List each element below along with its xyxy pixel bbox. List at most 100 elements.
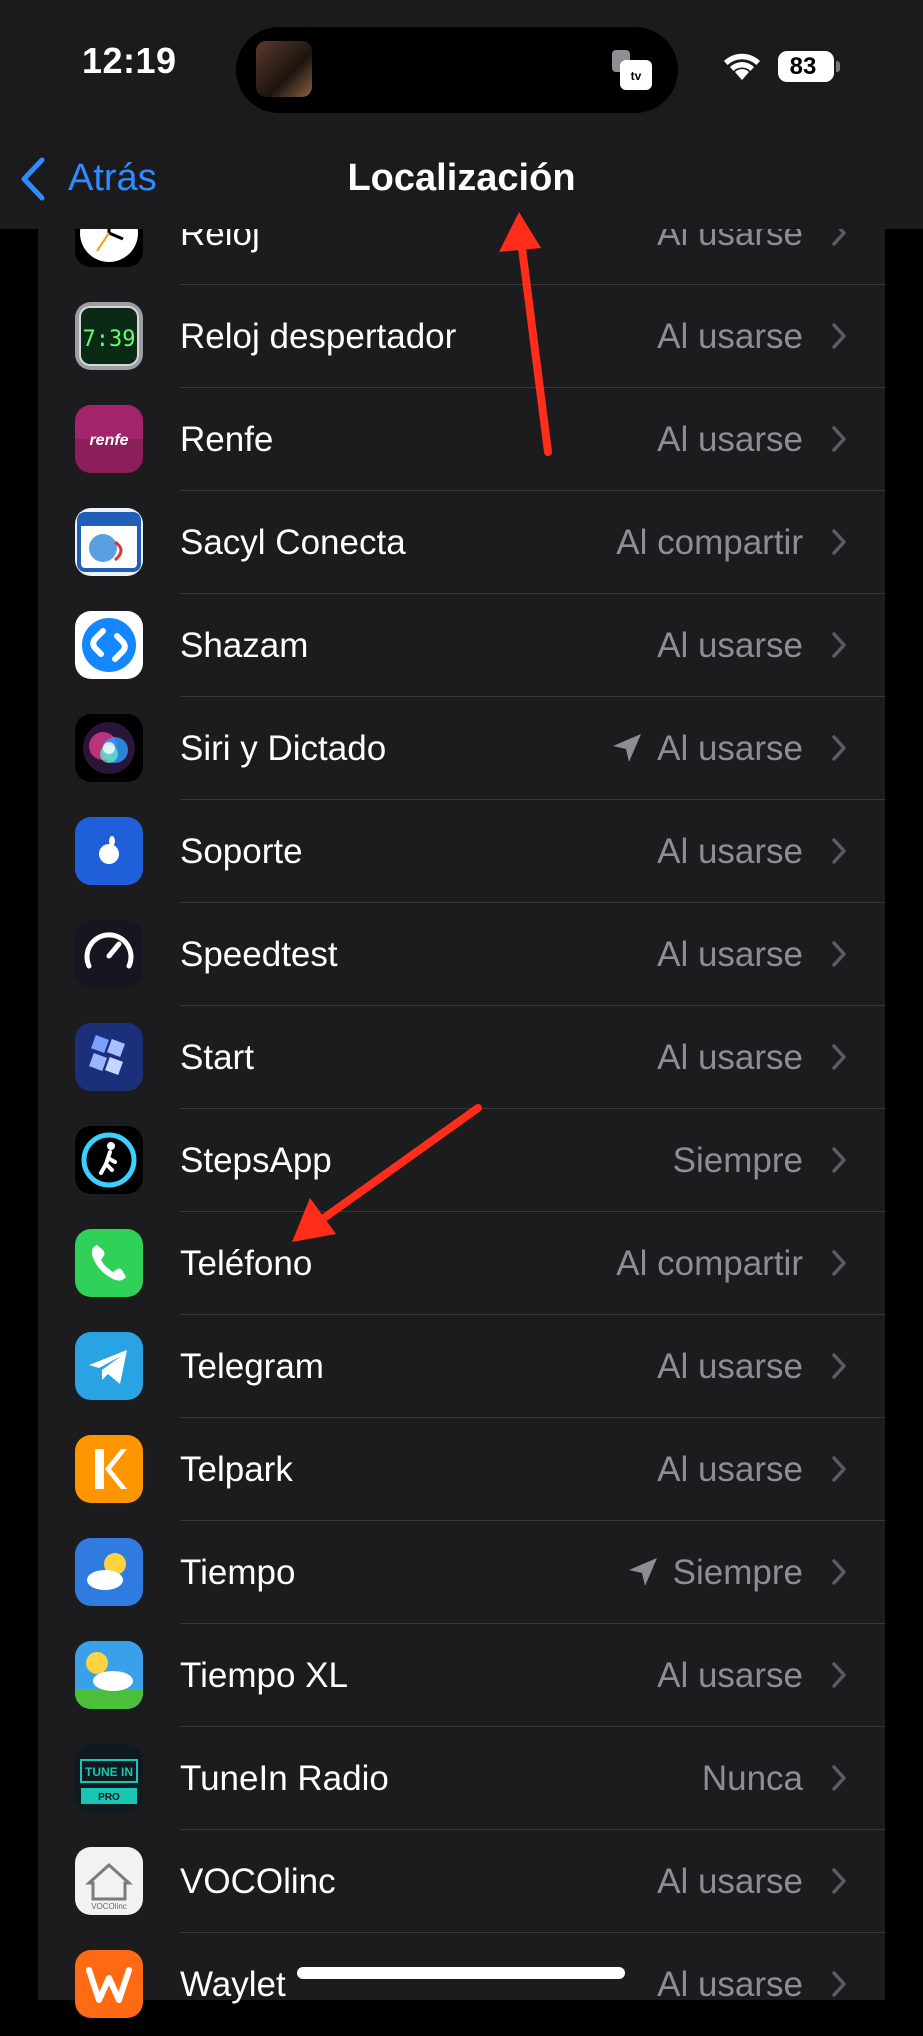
app-name: StepsApp <box>180 1141 332 1180</box>
chevron-right-icon <box>832 1662 846 1688</box>
location-permission: Al compartir <box>616 1244 803 1283</box>
app-row[interactable]: Telpark Al usarse <box>38 1418 885 1521</box>
app-row[interactable]: Telegram Al usarse <box>38 1315 885 1418</box>
svg-text:tv: tv <box>631 69 642 83</box>
alarm-clock-icon: 7:39 <box>75 302 143 370</box>
app-name: Tiempo <box>180 1553 296 1592</box>
home-indicator[interactable] <box>297 1967 625 1979</box>
dynamic-island[interactable]: tv <box>236 27 678 113</box>
app-name: Start <box>180 1038 254 1077</box>
app-row[interactable]: Speedtest Al usarse <box>38 903 885 1006</box>
app-row[interactable]: Waylet Al usarse <box>38 1933 885 2036</box>
app-name: Renfe <box>180 420 274 459</box>
chevron-right-icon <box>832 323 846 349</box>
chevron-right-icon <box>832 1868 846 1894</box>
chevron-right-icon <box>832 1971 846 1997</box>
weather-icon <box>75 1538 143 1606</box>
chevron-right-icon <box>832 426 846 452</box>
app-row[interactable]: Sacyl Conecta Al compartir <box>38 491 885 594</box>
chevron-right-icon <box>832 1765 846 1791</box>
app-row[interactable]: 7:39 Reloj despertador Al usarse <box>38 285 885 388</box>
chevron-left-icon <box>21 157 45 201</box>
location-permission: Nunca <box>701 1759 803 1798</box>
app-row[interactable]: TUNE IN PRO TuneIn Radio Nunca <box>38 1727 885 1830</box>
app-row[interactable]: Soporte Al usarse <box>38 800 885 903</box>
speedtest-icon <box>75 920 143 988</box>
battery-cap <box>836 61 840 72</box>
back-label: Atrás <box>68 157 157 199</box>
app-row[interactable]: VOCOlinc VOCOlinc Al usarse <box>38 1830 885 1933</box>
location-permission: Al usarse <box>657 832 803 871</box>
chevron-right-icon <box>832 1559 846 1585</box>
location-permission: Siempre <box>672 1141 803 1180</box>
app-name: Speedtest <box>180 935 338 974</box>
location-permission: Al usarse <box>657 1038 803 1077</box>
waylet-icon <box>75 1950 143 2018</box>
app-name: Siri y Dictado <box>180 729 387 768</box>
app-name: Telegram <box>180 1347 324 1386</box>
app-name: VOCOlinc <box>180 1862 336 1901</box>
location-permission: Al usarse <box>657 317 803 356</box>
chevron-right-icon <box>832 632 846 658</box>
header: 12:19 tv 83 Localización Atrás <box>0 0 923 229</box>
chevron-right-icon <box>832 529 846 555</box>
chevron-right-icon <box>832 735 846 761</box>
location-permission: Al usarse <box>657 1965 803 2004</box>
start-icon <box>75 1023 143 1091</box>
location-arrow-icon <box>628 1558 657 1586</box>
app-name: Tiempo XL <box>180 1656 348 1695</box>
app-row[interactable]: renfe Renfe Al usarse <box>38 388 885 491</box>
location-permission: Al usarse <box>657 1862 803 1901</box>
location-permission: Al usarse <box>657 626 803 665</box>
telpark-icon <box>75 1435 143 1503</box>
svg-text:VOCOlinc: VOCOlinc <box>91 1902 127 1911</box>
app-name: Sacyl Conecta <box>180 523 406 562</box>
renfe-icon: renfe <box>75 405 143 473</box>
location-arrow-icon <box>613 734 642 762</box>
apple-tv-icon: tv <box>612 50 652 90</box>
chevron-right-icon <box>832 1353 846 1379</box>
location-permission: Siempre <box>672 1553 803 1592</box>
wifi-icon <box>724 53 760 80</box>
tunein-icon: TUNE IN PRO <box>75 1744 143 1812</box>
telegram-icon <box>75 1332 143 1400</box>
status-time: 12:19 <box>82 40 177 81</box>
svg-text:TUNE IN: TUNE IN <box>85 1765 133 1779</box>
chevron-right-icon <box>832 1044 846 1070</box>
phone-icon <box>75 1229 143 1297</box>
shazam-icon <box>75 611 143 679</box>
location-permission: Al usarse <box>657 1656 803 1695</box>
location-permission: Al usarse <box>657 1347 803 1386</box>
app-row[interactable]: Shazam Al usarse <box>38 594 885 697</box>
location-permission: Al usarse <box>657 1450 803 1489</box>
app-name: Teléfono <box>180 1244 313 1283</box>
svg-text:7:39: 7:39 <box>83 327 136 352</box>
app-name: Shazam <box>180 626 309 665</box>
battery-indicator: 83 <box>778 51 834 82</box>
app-name: Telpark <box>180 1450 293 1489</box>
location-permission: Al compartir <box>616 523 803 562</box>
app-row[interactable]: Teléfono Al compartir <box>38 1212 885 1315</box>
app-row[interactable]: Start Al usarse <box>38 1006 885 1109</box>
app-row[interactable]: Tiempo XL Al usarse <box>38 1624 885 1727</box>
stepsapp-icon <box>75 1126 143 1194</box>
chevron-right-icon <box>832 838 846 864</box>
chevron-right-icon <box>832 941 846 967</box>
svg-text:PRO: PRO <box>98 1792 120 1803</box>
chevron-right-icon <box>832 1250 846 1276</box>
chevron-right-icon <box>832 1456 846 1482</box>
now-playing-artwork <box>256 41 312 97</box>
svg-text:renfe: renfe <box>89 432 128 449</box>
app-name: Reloj despertador <box>180 317 457 356</box>
location-permission: Al usarse <box>657 420 803 459</box>
app-name: TuneIn Radio <box>180 1759 389 1798</box>
app-row[interactable]: Tiempo Siempre <box>38 1521 885 1624</box>
app-name: Waylet <box>180 1965 286 2004</box>
location-permission: Al usarse <box>657 935 803 974</box>
app-row[interactable]: StepsApp Siempre <box>38 1109 885 1212</box>
location-permission: Al usarse <box>657 729 803 768</box>
battery-level: 83 <box>789 53 817 80</box>
app-row[interactable]: Siri y Dictado Al usarse <box>38 697 885 800</box>
weather-xl-icon <box>75 1641 143 1709</box>
sacyl-calendar-icon <box>75 508 143 576</box>
